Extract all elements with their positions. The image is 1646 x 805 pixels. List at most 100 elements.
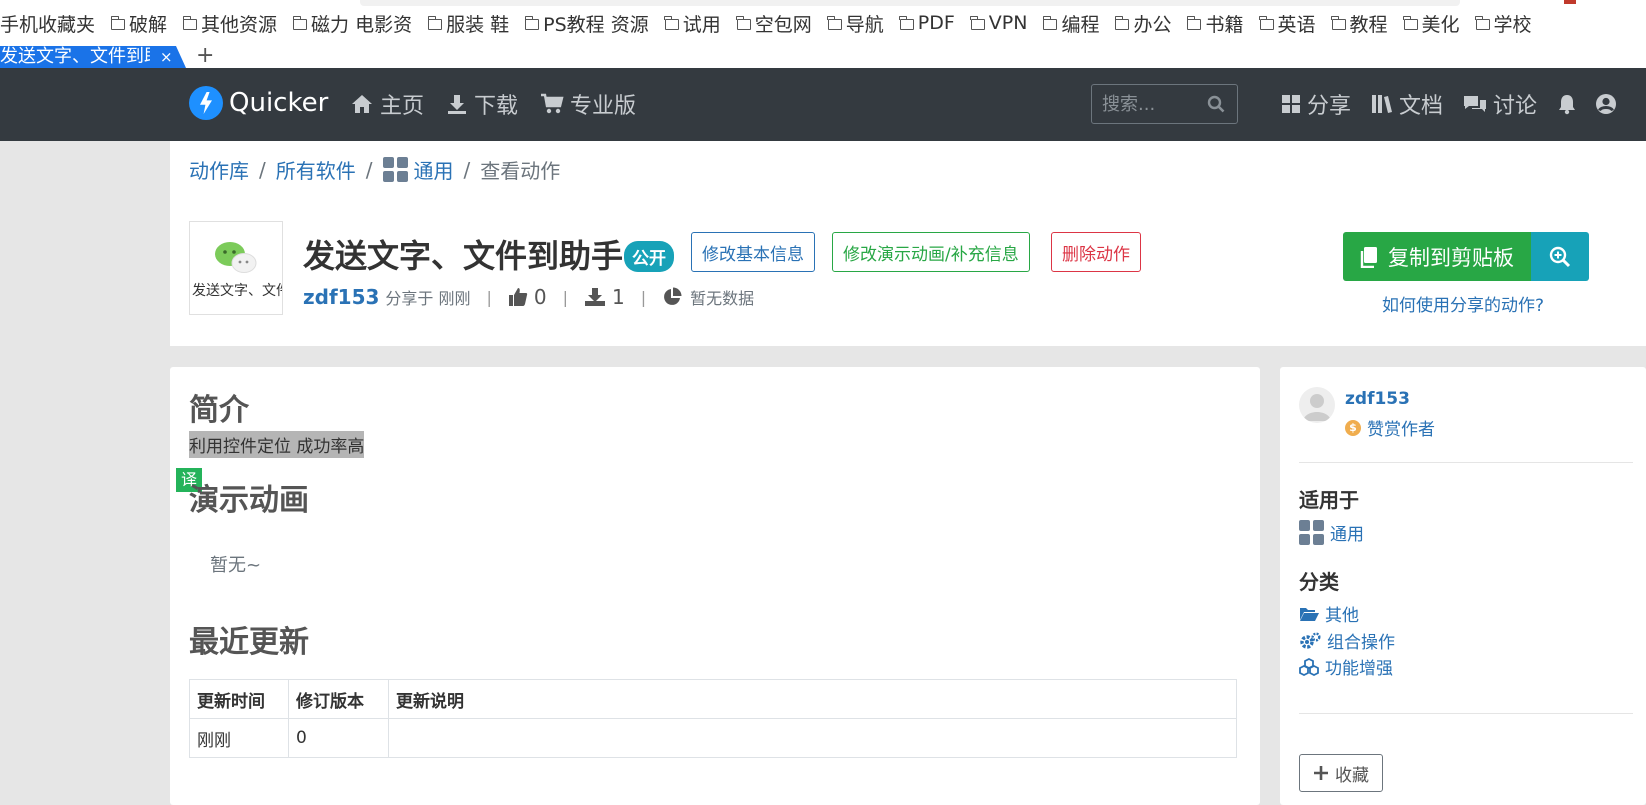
- bookmark-item[interactable]: 书籍: [1187, 10, 1244, 37]
- folder-icon: [1043, 15, 1058, 30]
- delete-action-button[interactable]: 删除动作: [1051, 232, 1141, 272]
- intro-title: 简介: [189, 393, 249, 428]
- bookmark-item[interactable]: VPN: [970, 12, 1027, 34]
- bookmark-item[interactable]: 服装 鞋: [427, 10, 509, 37]
- close-icon[interactable]: ×: [160, 46, 173, 68]
- column-header: 更新说明: [388, 679, 1237, 719]
- action-icon: 发送文字、文件到助手: [189, 221, 283, 315]
- tab-strip: 发送文字、文件到助手 × +: [0, 43, 1646, 68]
- cubes-icon: [1299, 657, 1319, 676]
- nav-home[interactable]: 主页: [350, 88, 424, 120]
- zoom-in-icon: [1549, 246, 1571, 267]
- download-count: 1: [612, 285, 625, 309]
- breadcrumb-current: 查看动作: [480, 159, 561, 183]
- nav-download[interactable]: 下载: [446, 88, 518, 120]
- folder-icon: [427, 15, 443, 30]
- user-icon[interactable]: [1595, 93, 1617, 115]
- reward-author-link[interactable]: $ 赞赏作者: [1345, 415, 1435, 440]
- applies-general-link[interactable]: 通用: [1299, 520, 1364, 545]
- action-meta: zdf153 分享于 刚刚 | 0 | 1 | 暂无数据: [303, 285, 755, 309]
- folder-icon: [110, 15, 126, 30]
- bell-icon[interactable]: [1557, 93, 1577, 115]
- folder-open-icon: [1300, 607, 1319, 621]
- nav-discuss[interactable]: 讨论: [1463, 88, 1537, 120]
- howto-link[interactable]: 如何使用分享的动作?: [1382, 291, 1544, 316]
- breadcrumb-library[interactable]: 动作库: [189, 155, 249, 184]
- category-combo[interactable]: 组合操作: [1299, 628, 1395, 653]
- extension-indicator: [1564, 0, 1576, 4]
- search-input[interactable]: [1102, 93, 1202, 115]
- bookmark-item[interactable]: 破解: [110, 10, 167, 37]
- demo-title: 演示动画: [189, 483, 309, 518]
- folder-icon: [1403, 15, 1418, 30]
- edit-basic-info-button[interactable]: 修改基本信息: [691, 232, 815, 272]
- address-bar-edge: [360, 0, 1460, 6]
- bookmark-item[interactable]: 英语: [1259, 10, 1316, 37]
- author-link[interactable]: zdf153: [303, 285, 379, 309]
- browser-tab[interactable]: 发送文字、文件到助手 ×: [0, 46, 186, 68]
- nav-right: 分享 文档 讨论: [1281, 88, 1617, 120]
- nav-docs[interactable]: 文档: [1371, 88, 1443, 120]
- bookmark-item[interactable]: 手机收藏夹: [0, 10, 95, 37]
- search-box: [1091, 84, 1238, 124]
- bookmark-item[interactable]: PDF: [899, 12, 955, 34]
- folder-icon: [899, 15, 914, 30]
- intro-text: 利用控件定位 成功率高: [189, 431, 365, 458]
- folder-icon: [970, 15, 985, 30]
- coin-icon: $: [1345, 419, 1361, 436]
- folder-icon: [292, 15, 308, 30]
- grid-icon: [382, 157, 408, 182]
- table-cell: [388, 718, 1237, 758]
- bookmark-item[interactable]: PS教程 资源: [524, 10, 649, 37]
- bookmarks-bar: 手机收藏夹 破解 其他资源 磁力 电影资 服装 鞋 PS教程 资源 试用 空包网…: [0, 0, 1646, 46]
- bookmark-item[interactable]: 编程: [1043, 10, 1099, 37]
- sidebar-author[interactable]: zdf153: [1345, 389, 1410, 409]
- category-other[interactable]: 其他: [1299, 601, 1359, 626]
- sidebar: zdf153 $ 赞赏作者 适用于 通用 分类 其他 组合操作 功能增强 收藏: [1280, 367, 1646, 805]
- pie-chart-icon: [664, 287, 682, 305]
- new-tab-button[interactable]: +: [196, 43, 214, 68]
- breadcrumb-all-software[interactable]: 所有软件: [276, 155, 356, 184]
- thumbs-up-icon[interactable]: [508, 287, 528, 307]
- category-enhance[interactable]: 功能增强: [1299, 654, 1393, 679]
- folder-icon: [1259, 15, 1274, 30]
- grid-icon: [1282, 95, 1300, 113]
- column-header: 修订版本: [288, 679, 389, 719]
- bookmark-item[interactable]: 教程: [1331, 10, 1388, 37]
- folder-icon: [1187, 15, 1202, 30]
- folder-icon: [736, 15, 751, 30]
- divider: [1299, 713, 1633, 714]
- search-icon[interactable]: [1207, 95, 1225, 113]
- bookmark-item[interactable]: 其他资源: [182, 10, 277, 37]
- copy-icon: [1360, 246, 1377, 268]
- public-badge: 公开: [624, 241, 674, 272]
- lightning-icon: [189, 86, 223, 120]
- updates-title: 最近更新: [189, 625, 309, 660]
- folder-icon: [182, 15, 198, 30]
- grid-icon: [1299, 520, 1324, 545]
- cogs-icon: [1300, 632, 1321, 649]
- breadcrumb-general[interactable]: 通用: [414, 155, 454, 184]
- bookmark-item[interactable]: 办公: [1115, 10, 1171, 37]
- folder-icon: [524, 15, 540, 30]
- preview-button[interactable]: [1531, 232, 1589, 281]
- table-cell: 刚刚: [189, 718, 289, 758]
- bookmark-item[interactable]: 试用: [664, 10, 721, 37]
- nav-pro[interactable]: 专业版: [540, 88, 636, 120]
- favorite-button[interactable]: 收藏: [1299, 754, 1383, 792]
- edit-demo-button[interactable]: 修改演示动画/补充信息: [832, 232, 1030, 272]
- bookmark-item[interactable]: 学校: [1475, 10, 1532, 37]
- nav-share[interactable]: 分享: [1281, 88, 1351, 120]
- bookmark-item[interactable]: 空包网: [736, 10, 812, 37]
- copy-to-clipboard-button[interactable]: 复制到剪贴板: [1343, 232, 1531, 281]
- divider: [1299, 462, 1633, 463]
- user-avatar-icon: [1303, 394, 1331, 421]
- folder-icon: [1475, 15, 1490, 30]
- bookmark-item[interactable]: 磁力 电影资: [292, 10, 412, 37]
- action-icon-caption: 发送文字、文件到助手: [192, 283, 282, 299]
- bookmark-item[interactable]: 导航: [827, 10, 884, 37]
- bookmark-item[interactable]: 美化: [1403, 10, 1460, 37]
- brand-logo[interactable]: Quicker: [189, 86, 328, 120]
- avatar[interactable]: [1299, 387, 1335, 423]
- shared-time: 分享于 刚刚: [385, 289, 471, 308]
